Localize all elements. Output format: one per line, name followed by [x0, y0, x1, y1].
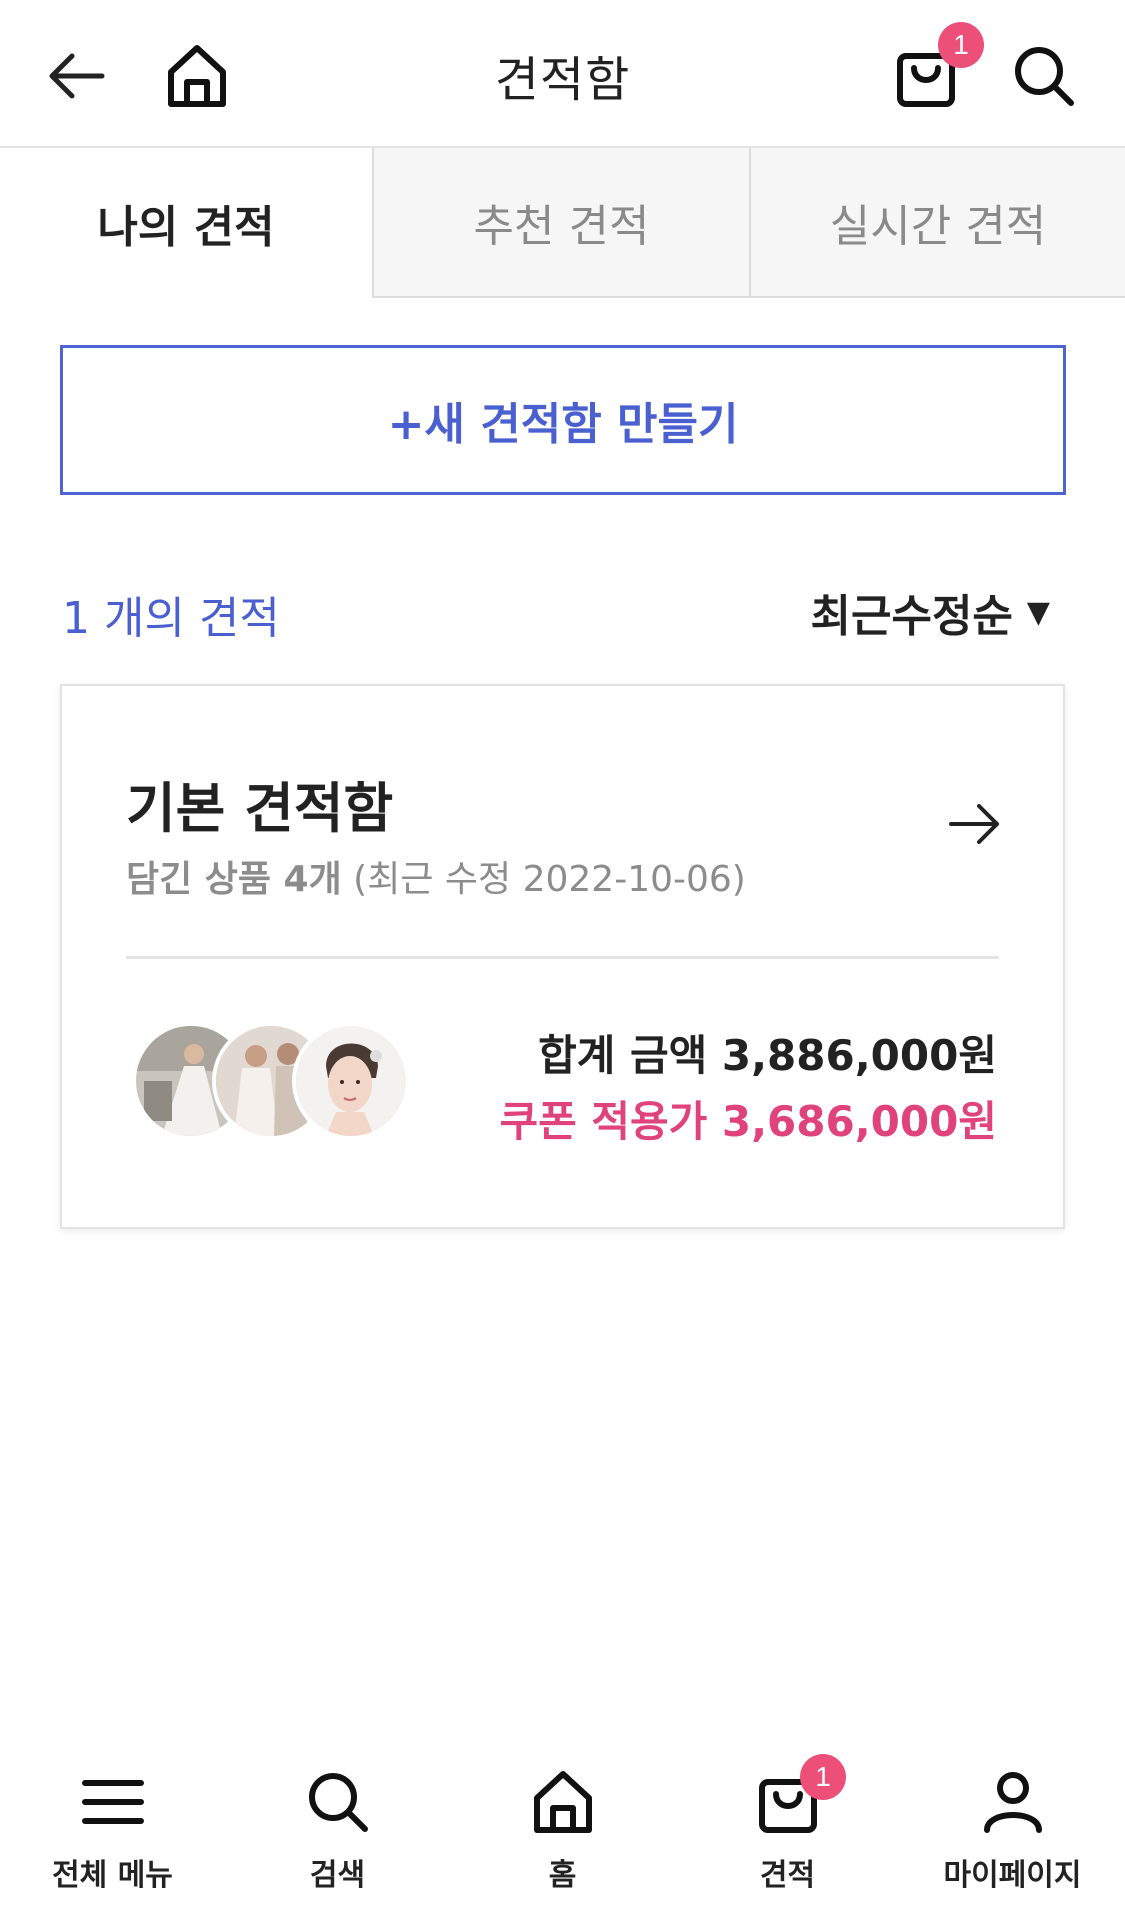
quote-box-title: 기본 견적함	[126, 777, 394, 840]
nav-label: 견적	[759, 1858, 816, 1893]
nav-label: 홈	[548, 1858, 577, 1893]
create-quote-box-button[interactable]: +새 견적함 만들기	[60, 345, 1066, 495]
nav-item-home[interactable]: 홈	[450, 1730, 675, 1907]
product-thumbnail-makeup	[292, 1022, 410, 1140]
sort-label: 최근수정순	[810, 591, 1013, 642]
sort-dropdown[interactable]: 최근수정순 ▼	[811, 580, 1050, 644]
product-thumbnails	[132, 1022, 422, 1142]
app-header: 견적함 1	[0, 0, 1125, 148]
quote-box-meta: 담긴 상품 4개 (최근 수정 2022-10-06)	[126, 850, 746, 902]
user-icon	[983, 1772, 1042, 1833]
nav-item-search[interactable]: 검색	[225, 1730, 450, 1907]
nav-item-my-page[interactable]: 마이페이지	[900, 1730, 1125, 1907]
caret-down-icon: ▼	[1026, 594, 1050, 630]
coupon-price: 쿠폰 적용가 3,686,000원	[499, 1097, 997, 1146]
quotes-badge: 1	[800, 1754, 846, 1800]
nav-label: 전체 메뉴	[52, 1858, 173, 1893]
search-button[interactable]	[1002, 34, 1086, 118]
total-price: 합계 금액 3,886,000원	[538, 1031, 997, 1080]
bottom-navigation: 전체 메뉴 검색 홈 1 견적 마이페이지	[0, 1730, 1125, 1907]
quote-box-card[interactable]: 기본 견적함 담긴 상품 4개 (최근 수정 2022-10-06) 합계 금액…	[60, 684, 1065, 1229]
nav-item-quotes[interactable]: 1 견적	[675, 1730, 900, 1907]
arrow-right-icon[interactable]	[947, 796, 1003, 852]
modified-date: (최근 수정 2022-10-06)	[353, 859, 746, 900]
tab-realtime-quotes[interactable]: 실시간 견적	[751, 148, 1125, 298]
nav-label: 검색	[309, 1858, 366, 1893]
cart-badge: 1	[938, 22, 984, 68]
search-icon	[1015, 47, 1074, 106]
menu-icon	[81, 1780, 144, 1824]
tab-recommended-quotes[interactable]: 추천 견적	[374, 148, 751, 298]
card-divider	[126, 956, 999, 959]
quote-count: 1 개의 견적	[62, 593, 280, 644]
nav-label: 마이페이지	[943, 1858, 1082, 1893]
tab-bar: 나의 견적 추천 견적 실시간 견적	[0, 148, 1125, 298]
search-icon	[308, 1773, 368, 1832]
nav-item-all-menu[interactable]: 전체 메뉴	[0, 1730, 225, 1907]
item-count: 담긴 상품 4개	[126, 859, 342, 900]
home-icon	[533, 1771, 592, 1833]
tab-my-quotes[interactable]: 나의 견적	[0, 148, 374, 298]
